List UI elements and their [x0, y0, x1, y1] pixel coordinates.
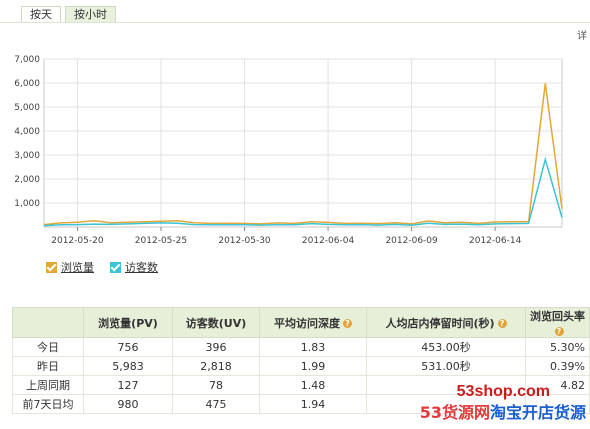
cell-pv: 127: [83, 375, 173, 395]
cell-stay-time: 531.00秒: [366, 356, 526, 376]
cell-pv: 756: [83, 337, 173, 357]
legend-item-uv[interactable]: 访客数: [110, 259, 158, 275]
x-tick-label: 2012-06-04: [302, 236, 355, 246]
legend-label: 浏览量: [61, 261, 94, 274]
y-tick-label: 4,000: [14, 127, 40, 137]
x-tick-label: 2012-06-14: [469, 236, 522, 246]
cell-uv: 475: [172, 394, 260, 414]
legend-label: 访客数: [125, 261, 158, 274]
col-header-depth: 平均访问深度?: [259, 307, 367, 338]
cell-stay-time: 453.00秒: [366, 337, 526, 357]
cell-depth: 1.94: [259, 394, 367, 414]
table-row: 今日 756 396 1.83 453.00秒 5.30%: [12, 337, 590, 357]
cell-pv: 5,983: [83, 356, 173, 376]
table-row: 昨日 5,983 2,818 1.99 531.00秒 0.39%: [12, 356, 590, 376]
cell-depth: 1.48: [259, 375, 367, 395]
col-header-return-rate: 浏览回头率?: [525, 307, 590, 338]
row-label: 上周同期: [12, 375, 84, 395]
row-label: 昨日: [12, 356, 84, 376]
trend-line-chart: 1,000 2,000 3,000 4,000 5,000 6,000 7,000 2012-…: [14, 55, 563, 246]
y-tick-label: 5,000: [14, 103, 40, 113]
details-link[interactable]: 详: [577, 27, 587, 42]
tab-divider: [0, 22, 590, 23]
help-icon[interactable]: ?: [497, 319, 507, 328]
col-header-blank: [12, 307, 84, 338]
y-tick-label: 6,000: [14, 79, 40, 89]
cell-uv: 78: [172, 375, 260, 395]
col-header-uv: 访客数(UV): [172, 307, 260, 338]
col-header-pv: 浏览量(PV): [83, 307, 173, 338]
row-label: 前7天日均: [12, 394, 84, 414]
col-header-stay-time: 人均店内停留时间(秒)?: [366, 307, 526, 338]
legend-item-pv[interactable]: 浏览量: [46, 259, 94, 275]
cell-depth: 1.99: [259, 356, 367, 376]
chart-legend: 浏览量 访客数: [46, 259, 158, 275]
y-tick-label: 3,000: [14, 151, 40, 161]
cell-pv: 980: [83, 394, 173, 414]
y-tick-label: 7,000: [14, 55, 40, 65]
watermark-slogan: 淘宝开店货源: [489, 403, 586, 422]
row-label: 今日: [12, 337, 84, 357]
table-header-row: 浏览量(PV) 访客数(UV) 平均访问深度? 人均店内停留时间(秒)? 浏览回…: [12, 307, 590, 338]
cell-uv: 2,818: [172, 356, 260, 376]
checkbox-checked-icon[interactable]: [110, 261, 121, 273]
help-icon[interactable]: ?: [343, 319, 352, 328]
x-tick-label: 2012-05-30: [218, 236, 271, 246]
tab-by-hour[interactable]: 按小时: [65, 6, 116, 23]
y-tick-label: 1,000: [14, 199, 40, 209]
cell-return-rate: 0.39%: [525, 356, 590, 376]
checkbox-checked-icon[interactable]: [46, 261, 57, 273]
x-tick-label: 2012-05-25: [135, 236, 187, 246]
help-icon[interactable]: ?: [554, 326, 564, 336]
tab-by-day[interactable]: 按天: [21, 6, 61, 23]
watermark-banner: 53货源网淘宝开店货源: [420, 399, 586, 423]
plot-area: [43, 58, 563, 228]
x-tick-label: 2012-05-20: [51, 236, 104, 246]
view-tabs: 按天 按小时: [21, 6, 116, 23]
cell-return-rate: 5.30%: [525, 337, 590, 357]
y-tick-label: 2,000: [14, 175, 40, 185]
watermark-brand: 53货源网: [419, 403, 490, 422]
cell-depth: 1.83: [259, 337, 367, 357]
x-tick-label: 2012-06-09: [385, 236, 438, 246]
cell-uv: 396: [172, 337, 260, 357]
